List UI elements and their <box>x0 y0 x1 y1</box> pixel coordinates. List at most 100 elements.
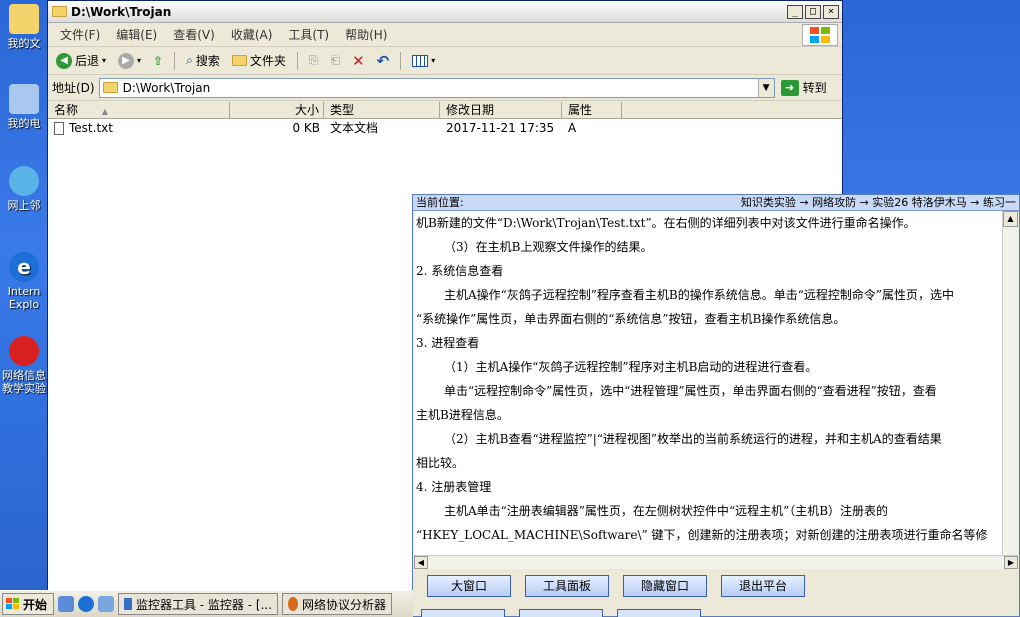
guide-line: “系统操作”属性页，单击界面右侧的“系统信息”按钮，查看主机B操作系统信息。 <box>416 312 846 326</box>
undo-icon: ↶ <box>376 51 390 70</box>
column-header-size[interactable]: 大小 <box>230 102 324 118</box>
guide-line: 2. 系统信息查看 <box>416 264 504 278</box>
explorer-titlebar[interactable]: D:\Work\Trojan _ □ × <box>48 1 842 23</box>
windows-logo-icon <box>802 24 838 46</box>
chevron-down-icon: ▾ <box>431 56 436 65</box>
toolbar: ◀ 后退 ▾ ▶ ▾ ⇧ ⌕ 搜索 文件夹 ⎘ ⎗ ✕ ↶ ▾ <box>48 47 842 75</box>
internet-explorer-icon[interactable] <box>78 596 95 612</box>
horizontal-scrollbar[interactable]: ◀ ▶ <box>414 555 1018 569</box>
go-arrow-icon: ➜ <box>780 79 799 96</box>
column-header-name[interactable]: 名称 ▲ <box>48 102 230 118</box>
guide-line: （2）主机B查看“进程监控”|“进程视图”枚举出的当前系统运行的进程，并和主机A… <box>444 432 942 446</box>
vertical-scrollbar[interactable]: ▲ <box>1002 211 1018 555</box>
taskbar-item-monitor[interactable]: 监控器工具 - 监控器 - [... <box>118 593 279 615</box>
large-window-button[interactable]: 大窗口 <box>427 575 511 597</box>
maximize-button[interactable]: □ <box>805 4 821 19</box>
computer-icon <box>9 84 39 114</box>
table-row[interactable]: Test.txt 0 KB 文本文档 2017-11-21 17:35 A <box>48 119 842 137</box>
close-button[interactable]: × <box>823 4 839 19</box>
address-bar: 地址(D) D:\Work\Trojan ▼ ➜ 转到 <box>48 75 842 101</box>
scroll-right-icon[interactable]: ▶ <box>1004 556 1018 569</box>
menu-view[interactable]: 查看(V) <box>165 26 223 43</box>
window-title: D:\Work\Trojan <box>71 4 172 19</box>
internet-explorer-icon: e <box>9 252 39 282</box>
views-icon <box>412 54 429 67</box>
menu-file[interactable]: 文件(F) <box>52 26 108 43</box>
menu-edit[interactable]: 编辑(E) <box>108 26 165 43</box>
guide-line: 3. 进程查看 <box>416 336 480 350</box>
minimize-button[interactable]: _ <box>787 4 803 19</box>
search-button[interactable]: ⌕ 搜索 <box>182 50 224 72</box>
guide-line: 机B新建的文件“D:\Work\Trojan\Test.txt”。在右侧的详细列… <box>416 216 916 230</box>
up-folder-icon: ⇧ <box>153 53 164 68</box>
guide-tab-strip <box>421 609 701 617</box>
taskbar-item-protocol-analyzer[interactable]: 网络协议分析器 <box>282 593 393 615</box>
folders-button[interactable]: 文件夹 <box>228 50 290 72</box>
address-input[interactable]: D:\Work\Trojan ▼ <box>98 77 775 98</box>
text-file-icon <box>54 122 64 135</box>
back-arrow-icon: ◀ <box>56 52 72 69</box>
delete-x-icon: ✕ <box>352 51 365 70</box>
go-button[interactable]: ➜ 转到 <box>780 79 827 96</box>
address-value: D:\Work\Trojan <box>122 80 211 95</box>
monitor-icon <box>124 598 132 610</box>
guide-line: （1）主机A操作“灰鸽子远程控制”程序对主机B启动的进程进行查看。 <box>444 360 818 374</box>
guide-line: 主机A单击“注册表编辑器”属性页，在左侧树状控件中“远程主机”（主机B）注册表的 <box>444 504 889 518</box>
toolbar-separator <box>174 51 176 70</box>
taskbar: 开始 监控器工具 - 监控器 - [... 网络协议分析器 <box>0 590 413 617</box>
desktop-icon-my-documents[interactable]: 我的文 <box>0 4 48 50</box>
tool-panel-button[interactable]: 工具面板 <box>525 575 609 597</box>
folder-icon <box>102 82 118 93</box>
desktop-icon-lab[interactable]: 网络信息 教学实验 <box>0 336 48 395</box>
folder-icon <box>231 55 247 66</box>
move-to-icon: ⎘ <box>308 53 319 67</box>
folder-documents-icon <box>9 4 39 34</box>
back-button[interactable]: ◀ 后退 ▾ <box>52 50 110 72</box>
guide-text-area[interactable]: 机B新建的文件“D:\Work\Trojan\Test.txt”。在右侧的详细列… <box>414 211 1002 555</box>
show-desktop-icon[interactable] <box>58 596 75 612</box>
address-dropdown-button[interactable]: ▼ <box>757 78 774 97</box>
guide-buttons: 大窗口 工具面板 隐藏窗口 退出平台 <box>427 575 805 597</box>
scroll-left-icon[interactable]: ◀ <box>414 556 428 569</box>
scroll-up-icon[interactable]: ▲ <box>1003 211 1018 227</box>
guide-tab[interactable] <box>617 609 701 617</box>
menu-favorites[interactable]: 收藏(A) <box>223 26 281 43</box>
desktop-icon-ie[interactable]: e Intern Explo <box>0 252 48 311</box>
start-button[interactable]: 开始 <box>2 593 55 615</box>
desktop-icon-network[interactable]: 网上邻 <box>0 166 48 212</box>
guide-line: 相比较。 <box>416 456 465 470</box>
undo-button[interactable]: ↶ <box>373 50 394 72</box>
breadcrumb: 知识类实验 → 网络攻防 → 实验26 特洛伊木马 → 练习一 <box>740 196 1016 209</box>
desktop-icon-my-computer[interactable]: 我的电 <box>0 84 48 130</box>
guide-line: （3）在主机B上观察文件操作的结果。 <box>444 240 653 254</box>
guide-tab[interactable] <box>421 609 505 617</box>
lab-app-icon <box>9 336 39 366</box>
analyzer-icon <box>288 597 298 611</box>
delete-button[interactable]: ✕ <box>348 50 369 72</box>
address-label: 地址(D) <box>52 81 95 95</box>
menu-tools[interactable]: 工具(T) <box>280 26 337 43</box>
copy-to-button[interactable]: ⎗ <box>326 50 344 72</box>
outlook-icon[interactable] <box>98 596 115 612</box>
guide-line: 单击“远程控制命令”属性页，选中“进程管理”属性页，单击界面右侧的“查看进程”按… <box>444 384 937 398</box>
forward-button[interactable]: ▶ ▾ <box>114 50 145 72</box>
folder-icon <box>52 6 67 17</box>
forward-arrow-icon: ▶ <box>118 52 135 69</box>
hide-window-button[interactable]: 隐藏窗口 <box>623 575 707 597</box>
up-folder-button[interactable]: ⇧ <box>149 50 167 72</box>
exit-platform-button[interactable]: 退出平台 <box>721 575 805 597</box>
guide-location-bar: 当前位置: 知识类实验 → 网络攻防 → 实验26 特洛伊木马 → 练习一 <box>413 195 1019 211</box>
column-header-modified[interactable]: 修改日期 <box>440 102 562 118</box>
move-to-button[interactable]: ⎘ <box>305 50 323 72</box>
toolbar-separator <box>400 51 402 70</box>
guide-tab[interactable] <box>519 609 603 617</box>
chevron-down-icon: ▾ <box>102 56 107 65</box>
menu-help[interactable]: 帮助(H) <box>337 26 395 43</box>
lab-guide-panel: 当前位置: 知识类实验 → 网络攻防 → 实验26 特洛伊木马 → 练习一 机B… <box>412 194 1020 617</box>
windows-flag-icon <box>6 598 19 609</box>
views-button[interactable]: ▾ <box>408 50 439 72</box>
location-label: 当前位置: <box>416 196 464 209</box>
column-header-attributes[interactable]: 属性 <box>562 102 622 118</box>
column-header-type[interactable]: 类型 <box>324 102 440 118</box>
search-icon: ⌕ <box>186 53 193 67</box>
